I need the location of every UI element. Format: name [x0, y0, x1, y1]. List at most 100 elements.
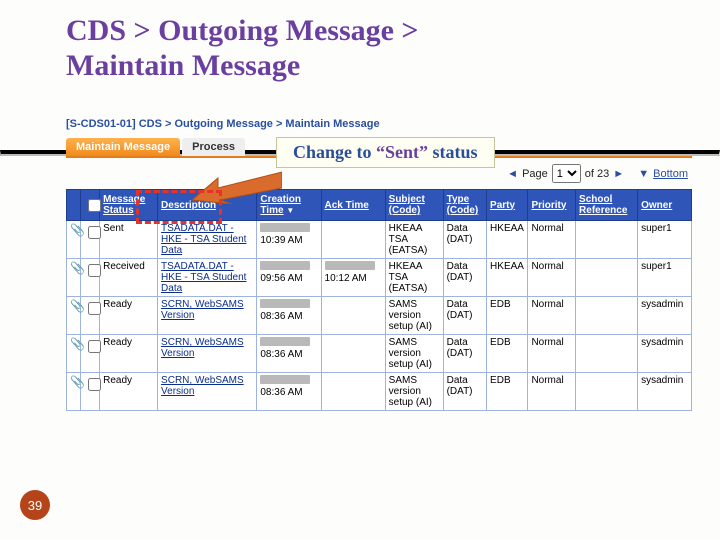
cell-status: Sent: [100, 221, 158, 259]
cell-party: HKEAA: [487, 221, 528, 259]
title-line-1: CDS > Outgoing Message >: [66, 14, 419, 47]
row-checkbox[interactable]: [88, 302, 101, 315]
cell-description[interactable]: TSADATA.DAT - HKE - TSA Student Data: [158, 259, 257, 297]
row-checkbox-cell: [81, 373, 100, 411]
cell-school-ref: [576, 259, 638, 297]
row-checkbox-cell: [81, 335, 100, 373]
cell-creation-time: 10:39 AM: [257, 221, 321, 259]
th-status[interactable]: Message Status: [100, 190, 158, 221]
message-table: Message Status Description Creation Time…: [66, 189, 692, 411]
cell-owner: super1: [638, 221, 692, 259]
th-owner[interactable]: Owner: [638, 190, 692, 221]
row-checkbox[interactable]: [88, 340, 101, 353]
th-checkbox: [81, 190, 100, 221]
cell-ack-time: 10:12 AM: [321, 259, 385, 297]
cell-party: EDB: [487, 335, 528, 373]
cell-subject: HKEAA TSA (EATSA): [385, 259, 443, 297]
table-row: 📎 ReadySCRN, WebSAMS Version08:36 AM SAMS …: [67, 335, 692, 373]
table-row: 📎 ReadySCRN, WebSAMS Version08:36 AM SAMS …: [67, 297, 692, 335]
row-checkbox[interactable]: [88, 264, 101, 277]
th-ack-time[interactable]: Ack Time: [321, 190, 385, 221]
cell-priority: Normal: [528, 259, 576, 297]
app-area: [S-CDS01-01] CDS > Outgoing Message > Ma…: [66, 118, 692, 411]
breadcrumb: [S-CDS01-01] CDS > Outgoing Message > Ma…: [66, 118, 692, 130]
row-checkbox-cell: [81, 221, 100, 259]
pager-next-icon[interactable]: ►: [613, 168, 624, 180]
table-row: 📎 ReadySCRN, WebSAMS Version08:36 AM SAMS …: [67, 373, 692, 411]
th-school-ref[interactable]: School Reference: [576, 190, 638, 221]
cell-description[interactable]: SCRN, WebSAMS Version: [158, 297, 257, 335]
attachment-icon[interactable]: 📎: [67, 259, 81, 297]
cell-priority: Normal: [528, 297, 576, 335]
cell-subject: SAMS version setup (AI): [385, 373, 443, 411]
attachment-icon[interactable]: 📎: [67, 373, 81, 411]
cell-status: Received: [100, 259, 158, 297]
cell-status: Ready: [100, 335, 158, 373]
cell-priority: Normal: [528, 221, 576, 259]
row-checkbox[interactable]: [88, 226, 101, 239]
table-header-row: Message Status Description Creation Time…: [67, 190, 692, 221]
row-checkbox-cell: [81, 259, 100, 297]
select-all-checkbox[interactable]: [88, 199, 101, 212]
cell-owner: super1: [638, 259, 692, 297]
pager-page-select[interactable]: 1: [552, 164, 581, 183]
attachment-icon[interactable]: 📎: [67, 221, 81, 259]
pager-prev-icon[interactable]: ◄: [507, 168, 518, 180]
cell-creation-time: 08:36 AM: [257, 335, 321, 373]
pager-bottom-icon[interactable]: ▼: [638, 168, 649, 180]
cell-priority: Normal: [528, 373, 576, 411]
cell-ack-time: [321, 335, 385, 373]
pager-page-label: Page: [522, 168, 548, 180]
cell-type: Data (DAT): [443, 297, 486, 335]
cell-description[interactable]: SCRN, WebSAMS Version: [158, 335, 257, 373]
pager-of-label: of 23: [585, 168, 609, 180]
table-row: 📎 ReceivedTSADATA.DAT - HKE - TSA Student…: [67, 259, 692, 297]
cell-creation-time: 08:36 AM: [257, 297, 321, 335]
attachment-icon[interactable]: 📎: [67, 335, 81, 373]
cell-status: Ready: [100, 373, 158, 411]
cell-owner: sysadmin: [638, 297, 692, 335]
cell-type: Data (DAT): [443, 373, 486, 411]
cell-type: Data (DAT): [443, 221, 486, 259]
cell-subject: HKEAA TSA (EATSA): [385, 221, 443, 259]
cell-party: EDB: [487, 373, 528, 411]
cell-priority: Normal: [528, 335, 576, 373]
table-row: 📎 SentTSADATA.DAT - HKE - TSA Student Dat…: [67, 221, 692, 259]
title-line-2: Maintain Message: [66, 49, 300, 82]
cell-status: Ready: [100, 297, 158, 335]
tab-maintain-message[interactable]: Maintain Message: [66, 138, 180, 156]
cell-subject: SAMS version setup (AI): [385, 297, 443, 335]
cell-type: Data (DAT): [443, 259, 486, 297]
cell-type: Data (DAT): [443, 335, 486, 373]
attachment-icon[interactable]: 📎: [67, 297, 81, 335]
pager-bottom-link[interactable]: Bottom: [653, 168, 688, 180]
cell-ack-time: [321, 297, 385, 335]
th-attachment: [67, 190, 81, 221]
th-type[interactable]: Type (Code): [443, 190, 486, 221]
tab-process[interactable]: Process: [182, 138, 245, 156]
th-party[interactable]: Party: [487, 190, 528, 221]
cell-subject: SAMS version setup (AI): [385, 335, 443, 373]
th-creation-time[interactable]: Creation Time ▼: [257, 190, 321, 221]
cell-party: HKEAA: [487, 259, 528, 297]
th-subject[interactable]: Subject (Code): [385, 190, 443, 221]
cell-ack-time: [321, 373, 385, 411]
slide-page-number: 39: [20, 490, 50, 520]
cell-owner: sysadmin: [638, 373, 692, 411]
row-checkbox[interactable]: [88, 378, 101, 391]
cell-party: EDB: [487, 297, 528, 335]
cell-school-ref: [576, 373, 638, 411]
cell-description[interactable]: SCRN, WebSAMS Version: [158, 373, 257, 411]
row-checkbox-cell: [81, 297, 100, 335]
cell-description[interactable]: TSADATA.DAT - HKE - TSA Student Data: [158, 221, 257, 259]
cell-creation-time: 08:36 AM: [257, 373, 321, 411]
th-priority[interactable]: Priority: [528, 190, 576, 221]
cell-school-ref: [576, 221, 638, 259]
cell-creation-time: 09:56 AM: [257, 259, 321, 297]
cell-school-ref: [576, 335, 638, 373]
cell-school-ref: [576, 297, 638, 335]
cell-owner: sysadmin: [638, 335, 692, 373]
cell-ack-time: [321, 221, 385, 259]
slide-title: CDS > Outgoing Message > Maintain Messag…: [0, 0, 720, 89]
th-description[interactable]: Description: [158, 190, 257, 221]
